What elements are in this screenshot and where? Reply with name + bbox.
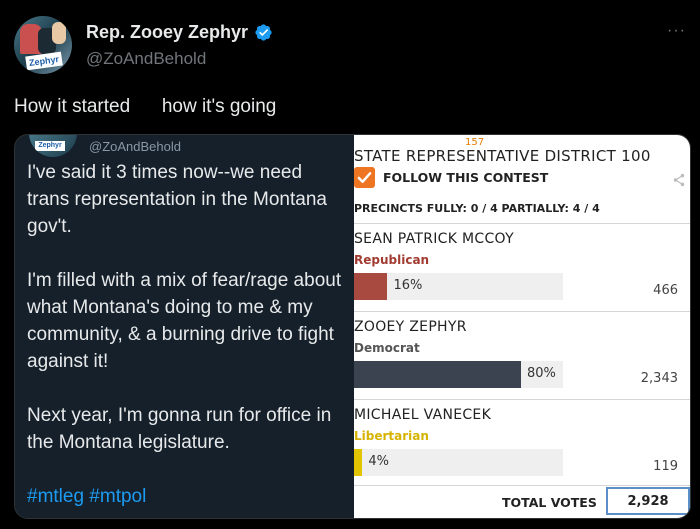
contest-title: STATE REPRESENTATIVE DISTRICT 100 (354, 147, 651, 165)
divider (354, 485, 690, 486)
author-name-row: Rep. Zooey Zephyr (86, 22, 273, 43)
vote-percent: 80% (527, 366, 556, 381)
candidate-party: Libertarian (354, 429, 429, 443)
candidate-name: MICHAEL VANECEK (354, 407, 492, 423)
quoted-avatar: Zephyr (29, 135, 77, 157)
candidate-party: Republican (354, 253, 430, 267)
tweet-media[interactable]: Zephyr @ZoAndBehold I've said it 3 times… (14, 134, 691, 519)
follow-contest-row[interactable]: FOLLOW THIS CONTEST (354, 167, 548, 188)
vote-bar: 80% (354, 361, 563, 388)
display-name[interactable]: Rep. Zooey Zephyr (86, 22, 248, 43)
vote-count: 119 (653, 459, 678, 474)
avatar-figure (52, 22, 66, 44)
more-options-icon[interactable]: ··· (667, 22, 686, 40)
total-votes-label: TOTAL VOTES (502, 495, 597, 510)
vote-count: 466 (653, 283, 678, 298)
candidate-party: Democrat (354, 341, 420, 355)
quoted-hashtags: #mtleg #mtpol (27, 486, 147, 507)
quoted-tweet-screenshot: Zephyr @ZoAndBehold I've said it 3 times… (15, 135, 354, 518)
total-votes-value: 2,928 (606, 487, 690, 515)
verified-badge-icon (255, 24, 272, 41)
vote-bar: 16% (354, 273, 563, 300)
follow-checkbox[interactable] (354, 167, 375, 188)
quoted-paragraph: I'm filled with a mix of fear/rage about… (27, 270, 342, 372)
quoted-handle: @ZoAndBehold (89, 139, 181, 154)
vote-bar-fill (354, 361, 521, 388)
candidate-name: ZOOEY ZEPHYR (354, 319, 467, 335)
checkmark-icon (357, 172, 372, 183)
author-handle[interactable]: @ZoAndBehold (86, 49, 206, 69)
election-results-panel: 157 STATE REPRESENTATIVE DISTRICT 100 FO… (354, 135, 690, 518)
follow-label: FOLLOW THIS CONTEST (383, 170, 549, 185)
divider (354, 223, 690, 224)
share-icon[interactable] (672, 173, 686, 187)
divider (354, 311, 690, 312)
avatar-sign: Zephyr (25, 51, 63, 71)
vote-percent: 4% (368, 454, 389, 469)
divider (354, 399, 690, 400)
avatar[interactable]: Zephyr (14, 16, 72, 74)
vote-percent: 16% (393, 278, 423, 293)
tweet-text: How it started how it's going (14, 96, 277, 117)
vote-bar-fill (354, 449, 363, 476)
vote-bar-fill (354, 273, 388, 300)
candidate-name: SEAN PATRICK MCCOY (354, 231, 514, 247)
precincts-status: PRECINCTS FULLY: 0 / 4 PARTIALLY: 4 / 4 (354, 202, 600, 215)
quoted-text: I've said it 3 times now--we need trans … (27, 159, 349, 518)
quoted-paragraph: Next year, I'm gonna run for office in t… (27, 405, 332, 453)
vote-count: 2,343 (640, 371, 678, 386)
vote-bar: 4% (354, 449, 563, 476)
quoted-paragraph: I've said it 3 times now--we need trans … (27, 162, 327, 237)
